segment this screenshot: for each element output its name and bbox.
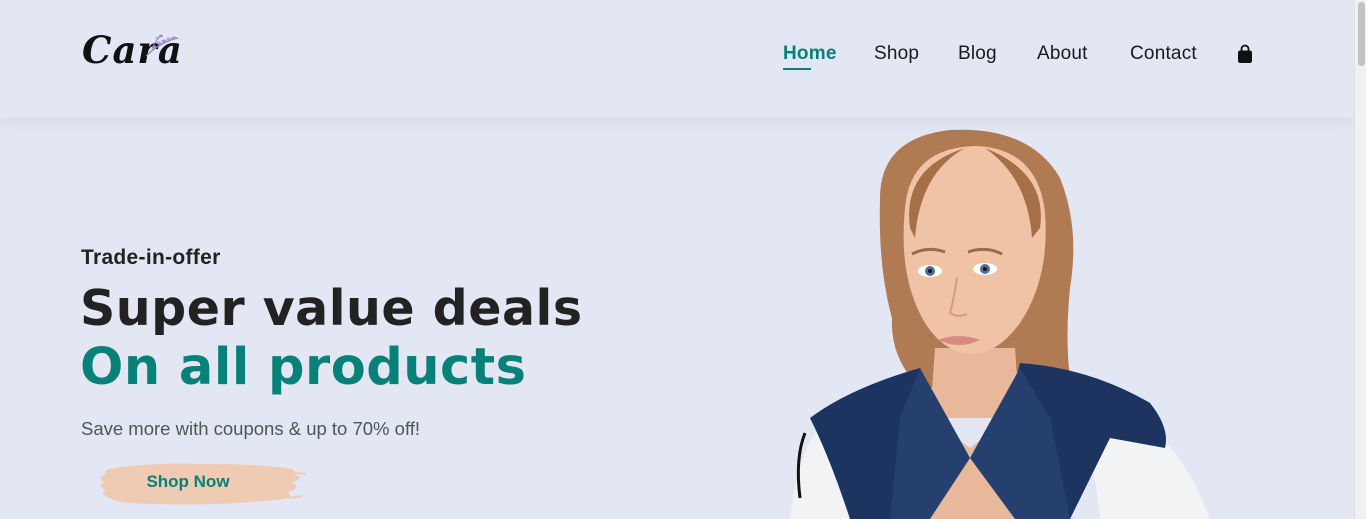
- hero-headline-accent: On all products: [80, 338, 527, 397]
- page: Cara Home Shop Blog About Contact Trade-…: [0, 0, 1354, 519]
- nav-blog[interactable]: Blog: [958, 43, 997, 65]
- shop-now-label: Shop Now: [146, 472, 230, 491]
- hero-headline: Super value deals: [80, 280, 583, 337]
- hero-section: Trade-in-offer Super value deals On all …: [0, 118, 1354, 519]
- shopping-bag-icon[interactable]: [1236, 44, 1254, 64]
- nav-about[interactable]: About: [1037, 43, 1088, 65]
- nav-contact[interactable]: Contact: [1130, 43, 1197, 65]
- nav-shop[interactable]: Shop: [874, 43, 919, 65]
- nav-active-indicator: [783, 68, 811, 70]
- page-scrollbar[interactable]: [1354, 0, 1366, 519]
- nav-home[interactable]: Home: [783, 43, 837, 65]
- scrollbar-thumb[interactable]: [1358, 2, 1365, 66]
- hero-subtext: Save more with coupons & up to 70% off!: [81, 418, 421, 439]
- main-nav: Home Shop Blog About Contact: [0, 0, 1354, 110]
- hero-model-image: [790, 129, 1210, 519]
- site-header: Cara Home Shop Blog About Contact: [0, 0, 1354, 118]
- hero-eyebrow: Trade-in-offer: [81, 246, 221, 269]
- shop-now-button[interactable]: Shop Now: [96, 458, 308, 510]
